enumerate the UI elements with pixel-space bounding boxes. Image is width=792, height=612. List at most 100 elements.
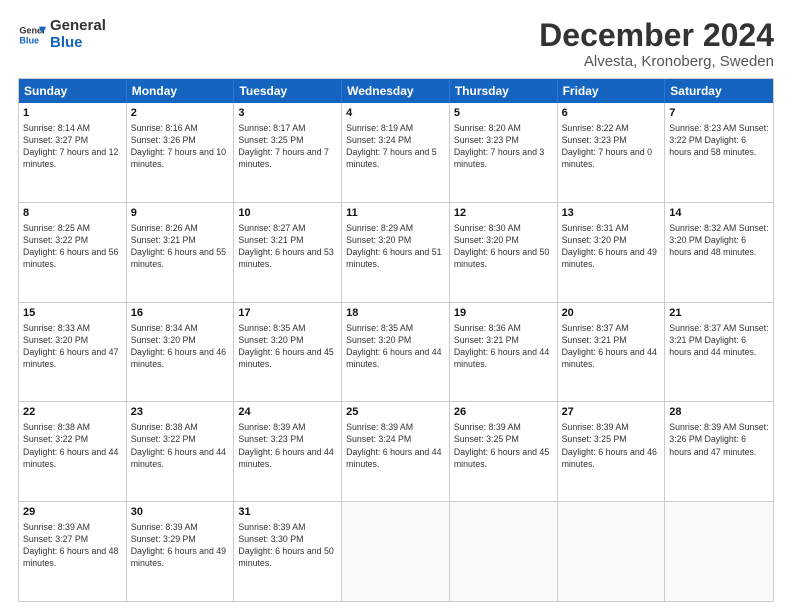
calendar-row-4: 22 Sunrise: 8:38 AM Sunset: 3:22 PM Dayli… (19, 401, 773, 501)
day-number: 14 (669, 206, 769, 221)
day-number: 11 (346, 206, 445, 221)
calendar-row-5: 29Sunrise: 8:39 AM Sunset: 3:27 PM Dayli… (19, 501, 773, 601)
calendar-cell-15: 15Sunrise: 8:33 AM Sunset: 3:20 PM Dayli… (19, 303, 127, 402)
day-number: 2 (131, 106, 230, 121)
calendar-cell-empty (665, 502, 773, 601)
day-info: Sunrise: 8:37 AM Sunset: 3:21 PM Dayligh… (669, 322, 769, 358)
calendar-cell-1: 1Sunrise: 8:14 AM Sunset: 3:27 PM Daylig… (19, 103, 127, 202)
calendar-cell-17: 17Sunrise: 8:35 AM Sunset: 3:20 PM Dayli… (234, 303, 342, 402)
logo-blue: Blue (50, 35, 106, 52)
calendar-cell-13: 13Sunrise: 8:31 AM Sunset: 3:20 PM Dayli… (558, 203, 666, 302)
day-number: 10 (238, 206, 337, 221)
calendar-row-1: 1Sunrise: 8:14 AM Sunset: 3:27 PM Daylig… (19, 103, 773, 202)
day-number: 6 (562, 106, 661, 121)
day-info: Sunrise: 8:25 AM Sunset: 3:22 PM Dayligh… (23, 222, 122, 271)
day-number: 12 (454, 206, 553, 221)
calendar-cell-10: 10Sunrise: 8:27 AM Sunset: 3:21 PM Dayli… (234, 203, 342, 302)
header-day-sunday: Sunday (19, 79, 127, 103)
day-info: Sunrise: 8:39 AM Sunset: 3:26 PM Dayligh… (669, 421, 769, 457)
logo-general: General (50, 18, 106, 35)
day-info: Sunrise: 8:19 AM Sunset: 3:24 PM Dayligh… (346, 122, 445, 171)
day-number: 23 (131, 405, 230, 420)
day-info: Sunrise: 8:39 AM Sunset: 3:24 PM Dayligh… (346, 421, 445, 470)
day-info: Sunrise: 8:33 AM Sunset: 3:20 PM Dayligh… (23, 322, 122, 371)
day-number: 16 (131, 306, 230, 321)
calendar-cell-4: 4Sunrise: 8:19 AM Sunset: 3:24 PM Daylig… (342, 103, 450, 202)
day-info: Sunrise: 8:35 AM Sunset: 3:20 PM Dayligh… (346, 322, 445, 371)
day-number: 7 (669, 106, 769, 121)
calendar-cell-28: 28Sunrise: 8:39 AM Sunset: 3:26 PM Dayli… (665, 402, 773, 501)
calendar-row-2: 8Sunrise: 8:25 AM Sunset: 3:22 PM Daylig… (19, 202, 773, 302)
calendar-cell-empty (450, 502, 558, 601)
day-info: Sunrise: 8:39 AM Sunset: 3:23 PM Dayligh… (238, 421, 337, 470)
day-info: Sunrise: 8:20 AM Sunset: 3:23 PM Dayligh… (454, 122, 553, 171)
calendar-cell-31: 31Sunrise: 8:39 AM Sunset: 3:30 PM Dayli… (234, 502, 342, 601)
day-info: Sunrise: 8:39 AM Sunset: 3:25 PM Dayligh… (562, 421, 661, 470)
calendar-cell-29: 29Sunrise: 8:39 AM Sunset: 3:27 PM Dayli… (19, 502, 127, 601)
calendar-cell-12: 12Sunrise: 8:30 AM Sunset: 3:20 PM Dayli… (450, 203, 558, 302)
calendar: SundayMondayTuesdayWednesdayThursdayFrid… (18, 78, 774, 602)
calendar-cell-9: 9Sunrise: 8:26 AM Sunset: 3:21 PM Daylig… (127, 203, 235, 302)
day-info: Sunrise: 8:35 AM Sunset: 3:20 PM Dayligh… (238, 322, 337, 371)
day-number: 15 (23, 306, 122, 321)
header-day-monday: Monday (127, 79, 235, 103)
day-number: 22 (23, 405, 122, 420)
logo: General Blue General Blue (18, 18, 106, 51)
header-day-tuesday: Tuesday (234, 79, 342, 103)
header-day-saturday: Saturday (665, 79, 773, 103)
day-info: Sunrise: 8:30 AM Sunset: 3:20 PM Dayligh… (454, 222, 553, 271)
calendar-cell-21: 21Sunrise: 8:37 AM Sunset: 3:21 PM Dayli… (665, 303, 773, 402)
day-number: 21 (669, 306, 769, 321)
calendar-cell-18: 18Sunrise: 8:35 AM Sunset: 3:20 PM Dayli… (342, 303, 450, 402)
day-number: 24 (238, 405, 337, 420)
day-number: 19 (454, 306, 553, 321)
calendar-cell-7: 7Sunrise: 8:23 AM Sunset: 3:22 PM Daylig… (665, 103, 773, 202)
day-info: Sunrise: 8:39 AM Sunset: 3:25 PM Dayligh… (454, 421, 553, 470)
calendar-cell-20: 20Sunrise: 8:37 AM Sunset: 3:21 PM Dayli… (558, 303, 666, 402)
calendar-cell-2: 2Sunrise: 8:16 AM Sunset: 3:26 PM Daylig… (127, 103, 235, 202)
day-info: Sunrise: 8:14 AM Sunset: 3:27 PM Dayligh… (23, 122, 122, 171)
calendar-cell-8: 8Sunrise: 8:25 AM Sunset: 3:22 PM Daylig… (19, 203, 127, 302)
day-number: 29 (23, 505, 122, 520)
day-number: 25 (346, 405, 445, 420)
calendar-cell-empty (342, 502, 450, 601)
calendar-cell-empty (558, 502, 666, 601)
calendar-cell-11: 11Sunrise: 8:29 AM Sunset: 3:20 PM Dayli… (342, 203, 450, 302)
day-info: Sunrise: 8:26 AM Sunset: 3:21 PM Dayligh… (131, 222, 230, 271)
calendar-body: 1Sunrise: 8:14 AM Sunset: 3:27 PM Daylig… (19, 103, 773, 601)
day-info: Sunrise: 8:36 AM Sunset: 3:21 PM Dayligh… (454, 322, 553, 371)
calendar-cell-25: 25Sunrise: 8:39 AM Sunset: 3:24 PM Dayli… (342, 402, 450, 501)
day-number: 1 (23, 106, 122, 121)
calendar-cell-6: 6Sunrise: 8:22 AM Sunset: 3:23 PM Daylig… (558, 103, 666, 202)
day-number: 9 (131, 206, 230, 221)
day-number: 5 (454, 106, 553, 121)
calendar-cell-3: 3Sunrise: 8:17 AM Sunset: 3:25 PM Daylig… (234, 103, 342, 202)
day-info: Sunrise: 8:39 AM Sunset: 3:27 PM Dayligh… (23, 521, 122, 570)
day-info: Sunrise: 8:38 AM Sunset: 3:22 PM Dayligh… (131, 421, 230, 470)
day-number: 8 (23, 206, 122, 221)
calendar-cell-16: 16Sunrise: 8:34 AM Sunset: 3:20 PM Dayli… (127, 303, 235, 402)
calendar-cell-24: 24Sunrise: 8:39 AM Sunset: 3:23 PM Dayli… (234, 402, 342, 501)
header-day-friday: Friday (558, 79, 666, 103)
calendar-cell-22: 22Sunrise: 8:38 AM Sunset: 3:22 PM Dayli… (19, 402, 127, 501)
day-number: 17 (238, 306, 337, 321)
calendar-cell-14: 14Sunrise: 8:32 AM Sunset: 3:20 PM Dayli… (665, 203, 773, 302)
day-info: Sunrise: 8:16 AM Sunset: 3:26 PM Dayligh… (131, 122, 230, 171)
day-number: 30 (131, 505, 230, 520)
day-number: 4 (346, 106, 445, 121)
day-number: 20 (562, 306, 661, 321)
day-number: 27 (562, 405, 661, 420)
day-number: 31 (238, 505, 337, 520)
page: General Blue General Blue December 2024 … (0, 0, 792, 612)
header-day-thursday: Thursday (450, 79, 558, 103)
day-info: Sunrise: 8:22 AM Sunset: 3:23 PM Dayligh… (562, 122, 661, 171)
day-info: Sunrise: 8:17 AM Sunset: 3:25 PM Dayligh… (238, 122, 337, 171)
header: General Blue General Blue December 2024 … (18, 18, 774, 70)
calendar-cell-19: 19Sunrise: 8:36 AM Sunset: 3:21 PM Dayli… (450, 303, 558, 402)
day-info: Sunrise: 8:29 AM Sunset: 3:20 PM Dayligh… (346, 222, 445, 271)
svg-text:Blue: Blue (19, 35, 39, 45)
calendar-cell-23: 23Sunrise: 8:38 AM Sunset: 3:22 PM Dayli… (127, 402, 235, 501)
day-info: Sunrise: 8:34 AM Sunset: 3:20 PM Dayligh… (131, 322, 230, 371)
calendar-cell-26: 26Sunrise: 8:39 AM Sunset: 3:25 PM Dayli… (450, 402, 558, 501)
logo-icon: General Blue (18, 21, 46, 49)
